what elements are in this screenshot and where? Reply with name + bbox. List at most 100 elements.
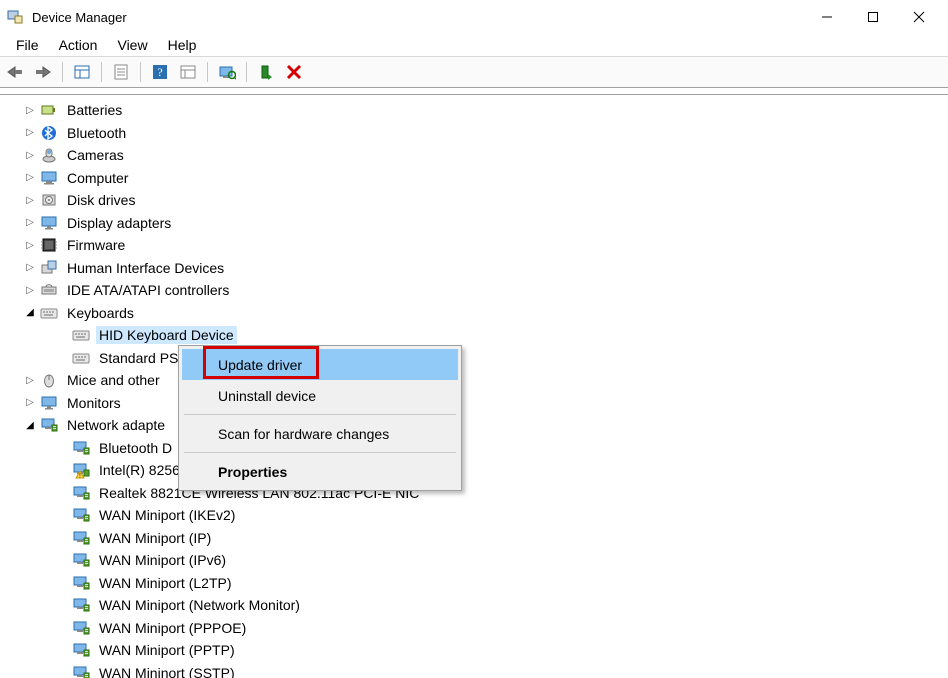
tree-device[interactable]: !Intel(R) 8256 xyxy=(4,459,948,482)
keyboard-icon xyxy=(72,326,90,344)
tree-device[interactable]: WAN Mininort (SSTP) xyxy=(4,662,948,678)
close-button[interactable] xyxy=(896,2,942,32)
tree-category[interactable]: ▷Mice and other xyxy=(4,369,948,392)
tree-category[interactable]: ▷ Display adapters xyxy=(4,212,948,235)
minimize-button[interactable] xyxy=(804,2,850,32)
properties-button[interactable] xyxy=(110,61,132,83)
tree-category-label: Monitors xyxy=(64,394,124,412)
tree-category[interactable]: ▷Firmware xyxy=(4,234,948,257)
tree-device[interactable]: HID Keyboard Device xyxy=(4,324,948,347)
app-icon xyxy=(6,8,24,26)
chevron-right-icon[interactable]: ▷ xyxy=(22,282,38,298)
network-icon xyxy=(72,551,90,569)
tree-category[interactable]: ▷Bluetooth xyxy=(4,122,948,145)
chevron-right-icon[interactable]: ▷ xyxy=(22,102,38,118)
ide-icon xyxy=(40,281,58,299)
chevron-right-icon[interactable]: ▷ xyxy=(22,395,38,411)
tree-device[interactable]: WAN Miniport (Network Monitor) xyxy=(4,594,948,617)
context-menu-item[interactable]: Scan for hardware changes xyxy=(182,418,458,449)
firmware-icon xyxy=(40,236,58,254)
monitor-icon xyxy=(40,394,58,412)
chevron-right-icon[interactable]: ▷ xyxy=(22,192,38,208)
chevron-right-icon[interactable]: ▷ xyxy=(22,215,38,231)
refresh-button[interactable] xyxy=(177,61,199,83)
tree-device[interactable]: WAN Miniport (IP) xyxy=(4,527,948,550)
chevron-down-icon[interactable]: ◢ xyxy=(22,305,38,321)
content-separator xyxy=(0,88,948,95)
computer-icon xyxy=(40,169,58,187)
tree-device-label: HID Keyboard Device xyxy=(96,326,237,344)
back-button[interactable] xyxy=(4,61,26,83)
chevron-right-icon[interactable]: ▷ xyxy=(22,372,38,388)
network-icon xyxy=(72,664,90,678)
scan-button[interactable] xyxy=(216,61,238,83)
tree-device-label: WAN Miniport (Network Monitor) xyxy=(96,596,303,614)
network-icon xyxy=(72,641,90,659)
help-button[interactable]: ? xyxy=(149,61,171,83)
show-hidden-button[interactable] xyxy=(71,61,93,83)
tree-category[interactable]: ▷ Computer xyxy=(4,167,948,190)
network-icon xyxy=(72,574,90,592)
tree-category-label: Batteries xyxy=(64,101,125,119)
tree-device-label: Standard PS xyxy=(96,349,181,367)
device-manager-window: Device Manager File Action View Help ? ▷… xyxy=(0,0,948,678)
tree-category[interactable]: ▷Cameras xyxy=(4,144,948,167)
menu-view[interactable]: View xyxy=(107,35,157,55)
chevron-right-icon[interactable]: ▷ xyxy=(22,260,38,276)
tree-category[interactable]: ▷ Monitors xyxy=(4,392,948,415)
toolbar-separator xyxy=(207,62,208,82)
tree-device-label: WAN Miniport (IPv6) xyxy=(96,551,229,569)
tree-category[interactable]: ◢Keyboards xyxy=(4,302,948,325)
network-icon xyxy=(72,596,90,614)
maximize-button[interactable] xyxy=(850,2,896,32)
tree-device-label: WAN Mininort (SSTP) xyxy=(96,664,238,678)
tree-device[interactable]: WAN Miniport (IKEv2) xyxy=(4,504,948,527)
tree-category[interactable]: ▷IDE ATA/ATAPI controllers xyxy=(4,279,948,302)
menu-help[interactable]: Help xyxy=(158,35,207,55)
context-menu-item[interactable]: Update driver xyxy=(182,349,458,380)
chevron-right-icon[interactable]: ▷ xyxy=(22,125,38,141)
menu-file[interactable]: File xyxy=(6,35,49,55)
context-menu-separator xyxy=(184,452,456,453)
network-icon xyxy=(72,439,90,457)
display-icon xyxy=(40,214,58,232)
tree-category-label: Disk drives xyxy=(64,191,138,209)
tree-device-label: Bluetooth D xyxy=(96,439,175,457)
tree-device[interactable]: WAN Miniport (PPTP) xyxy=(4,639,948,662)
chevron-down-icon[interactable]: ◢ xyxy=(22,417,38,433)
tree-device[interactable]: Realtek 8821CE Wireless LAN 802.11ac PCI… xyxy=(4,482,948,505)
tree-category[interactable]: ◢ Network adapte xyxy=(4,414,948,437)
tree-category[interactable]: ▷ Disk drives xyxy=(4,189,948,212)
tree-category-label: Computer xyxy=(64,169,131,187)
menu-bar: File Action View Help xyxy=(0,34,948,56)
tree-device[interactable]: WAN Miniport (L2TP) xyxy=(4,572,948,595)
tree-category-label: Display adapters xyxy=(64,214,174,232)
toolbar-separator xyxy=(62,62,63,82)
chevron-right-icon[interactable]: ▷ xyxy=(22,237,38,253)
menu-action[interactable]: Action xyxy=(49,35,108,55)
forward-button[interactable] xyxy=(32,61,54,83)
tree-device[interactable]: WAN Miniport (IPv6) xyxy=(4,549,948,572)
tree-device[interactable]: Bluetooth D xyxy=(4,437,948,460)
tree-device[interactable]: Standard PS xyxy=(4,347,948,370)
enable-button[interactable] xyxy=(255,61,277,83)
device-tree[interactable]: ▷Batteries▷Bluetooth▷Cameras▷Computer▷Di… xyxy=(0,95,948,678)
chevron-right-icon[interactable]: ▷ xyxy=(22,147,38,163)
tree-category[interactable]: ▷ Batteries xyxy=(4,99,948,122)
network-icon xyxy=(72,506,90,524)
tree-category[interactable]: ▷Human Interface Devices xyxy=(4,257,948,280)
context-menu-item[interactable]: Properties xyxy=(182,456,458,487)
network-icon xyxy=(72,619,90,637)
hid-icon xyxy=(40,259,58,277)
tree-device[interactable]: WAN Miniport (PPPOE) xyxy=(4,617,948,640)
toolbar-separator xyxy=(101,62,102,82)
tree-device-label: WAN Miniport (L2TP) xyxy=(96,574,235,592)
chevron-right-icon[interactable]: ▷ xyxy=(22,170,38,186)
tree-category-label: Network adapte xyxy=(64,416,168,434)
disable-button[interactable] xyxy=(283,61,305,83)
context-menu-item[interactable]: Uninstall device xyxy=(182,380,458,411)
bluetooth-icon xyxy=(40,124,58,142)
tree-device-label: WAN Miniport (PPPOE) xyxy=(96,619,249,637)
tree-device-label: WAN Miniport (IKEv2) xyxy=(96,506,238,524)
toolbar-separator xyxy=(140,62,141,82)
